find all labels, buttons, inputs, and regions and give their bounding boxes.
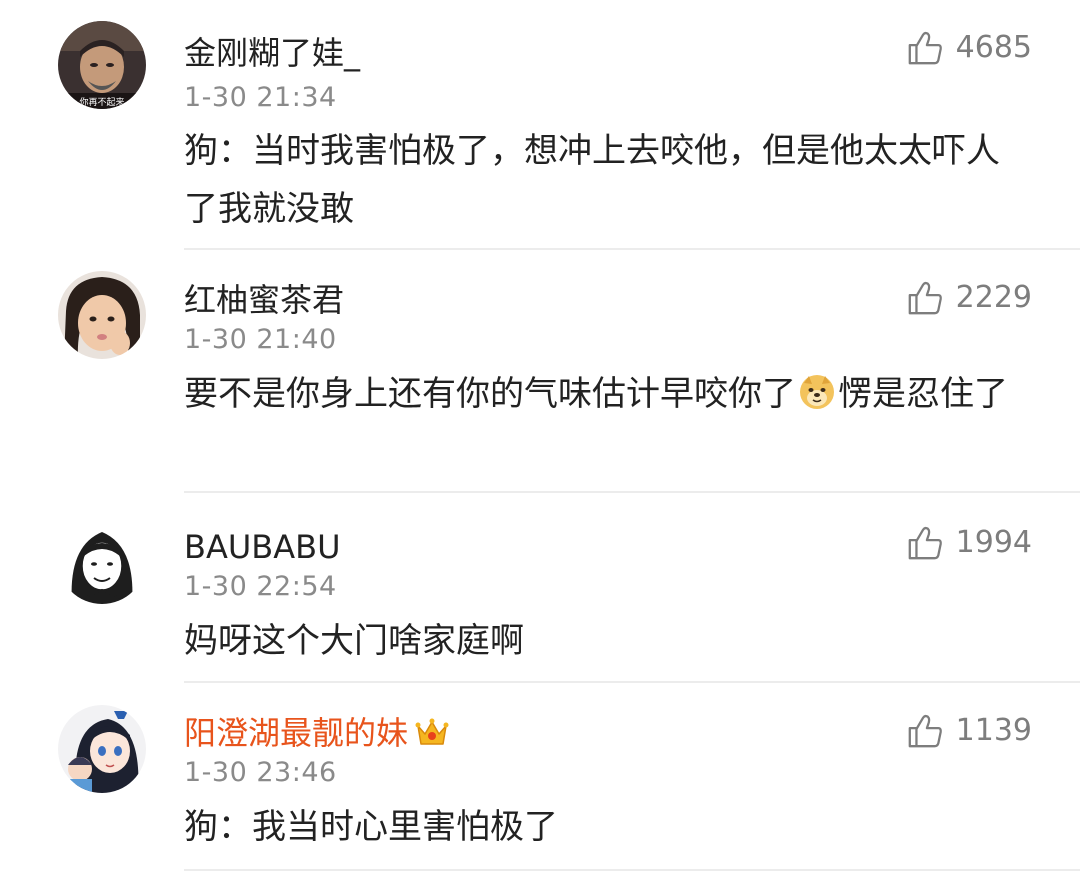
comment-text-part: 愣是忍住了 xyxy=(838,374,1008,414)
thumbs-up-icon xyxy=(908,526,942,560)
divider xyxy=(184,869,1080,871)
crown-badge-icon xyxy=(414,714,450,750)
avatar[interactable]: 你再不起来 xyxy=(58,21,146,109)
username-text: 阳澄湖最靓的妹 xyxy=(184,714,409,752)
avatar-image xyxy=(58,271,146,359)
like-count: 1139 xyxy=(955,713,1032,748)
avatar-image xyxy=(58,516,146,604)
comment-text-part: 妈呀这个大门啥家庭啊 xyxy=(184,621,524,661)
username[interactable]: BAUBABU xyxy=(184,527,340,567)
username[interactable]: 金刚糊了娃_ xyxy=(184,33,360,73)
like-button[interactable]: 4685 xyxy=(906,28,1032,68)
doge-emoji-icon xyxy=(798,371,836,409)
avatar[interactable] xyxy=(58,516,146,604)
comment-text: 要不是你身上还有你的气味估计早咬你了 愣是忍住了 xyxy=(184,365,1024,423)
comment-text: 狗：我当时心里害怕极了 xyxy=(184,798,1024,856)
thumbs-up-icon xyxy=(908,281,942,315)
comment-text-part: 要不是你身上还有你的气味估计早咬你了 xyxy=(184,374,796,414)
avatar-image: 你再不起来 xyxy=(58,21,146,109)
timestamp: 1-30 21:40 xyxy=(184,324,337,355)
comment-item: 你再不起来 金刚糊了娃_ 1-30 21:34 4685 狗：当时我害怕极了，想… xyxy=(0,0,1080,250)
like-button[interactable]: 1994 xyxy=(906,523,1032,563)
like-count: 2229 xyxy=(955,280,1032,315)
comment-text: 妈呀这个大门啥家庭啊 xyxy=(184,612,1024,670)
avatar-image xyxy=(58,705,146,793)
like-count: 4685 xyxy=(955,30,1032,65)
comment-item: 红柚蜜茶君 1-30 21:40 2229 要不是你身上还有你的气味估计早咬你了… xyxy=(0,250,1080,493)
timestamp: 1-30 21:34 xyxy=(184,82,337,113)
timestamp: 1-30 22:54 xyxy=(184,571,337,602)
like-button[interactable]: 1139 xyxy=(906,711,1032,751)
comment-item: BAUBABU 1-30 22:54 1994 妈呀这个大门啥家庭啊 xyxy=(0,493,1080,683)
thumbs-up-icon xyxy=(908,714,942,748)
like-count: 1994 xyxy=(955,525,1032,560)
comment-text-part: 狗：我当时心里害怕极了 xyxy=(184,807,558,847)
avatar[interactable] xyxy=(58,271,146,359)
avatar[interactable] xyxy=(58,705,146,793)
username[interactable]: 阳澄湖最靓的妹 xyxy=(184,713,450,753)
username[interactable]: 红柚蜜茶君 xyxy=(184,280,344,320)
comment-text-part: 狗：当时我害怕极了，想冲上去咬他，但是他太太吓人了我就没敢 xyxy=(184,131,1000,229)
comment-text: 狗：当时我害怕极了，想冲上去咬他，但是他太太吓人了我就没敢 xyxy=(184,122,1024,238)
avatar-caption: 你再不起来 xyxy=(79,96,124,108)
comment-item: 阳澄湖最靓的妹 1-30 23:46 1139 狗：我当时心里害怕极了 xyxy=(0,683,1080,877)
timestamp: 1-30 23:46 xyxy=(184,757,337,788)
like-button[interactable]: 2229 xyxy=(906,278,1032,318)
thumbs-up-icon xyxy=(908,31,942,65)
